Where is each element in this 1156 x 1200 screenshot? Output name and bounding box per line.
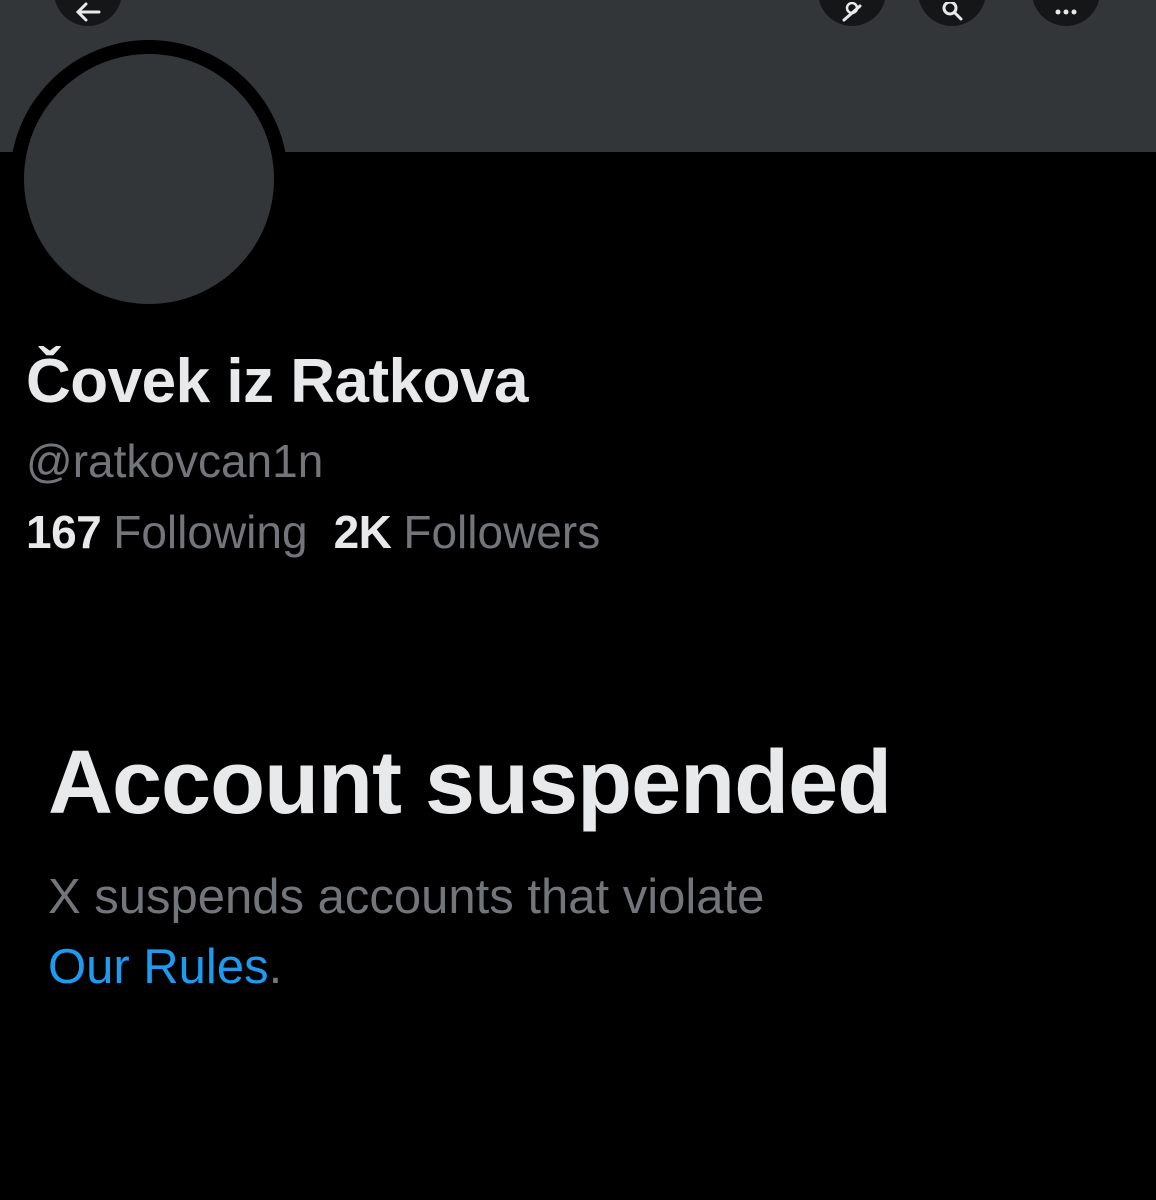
following-label: Following (113, 506, 308, 558)
suspended-title: Account suspended (48, 733, 892, 833)
suspended-message: X suspends accounts that violate Our Rul… (48, 862, 1128, 1002)
display-name: Čovek iz Ratkova (26, 347, 529, 416)
followers-link[interactable]: 2K Followers (334, 505, 601, 559)
search-icon (939, 2, 965, 22)
followers-count: 2K (333, 506, 392, 558)
avatar[interactable] (24, 54, 274, 304)
message-period: . (268, 940, 283, 994)
more-icon (1053, 2, 1079, 22)
suspended-message-text: X suspends accounts that violate (48, 870, 765, 924)
back-arrow-icon (75, 2, 101, 22)
our-rules-link[interactable]: Our Rules (48, 940, 269, 994)
user-handle: @ratkovcan1n (26, 435, 324, 487)
following-link[interactable]: 167 Following (26, 505, 308, 559)
grok-icon (839, 2, 865, 22)
profile-stats: 167 Following 2K Followers (26, 505, 600, 559)
followers-label: Followers (403, 506, 601, 558)
following-count: 167 (26, 506, 102, 558)
